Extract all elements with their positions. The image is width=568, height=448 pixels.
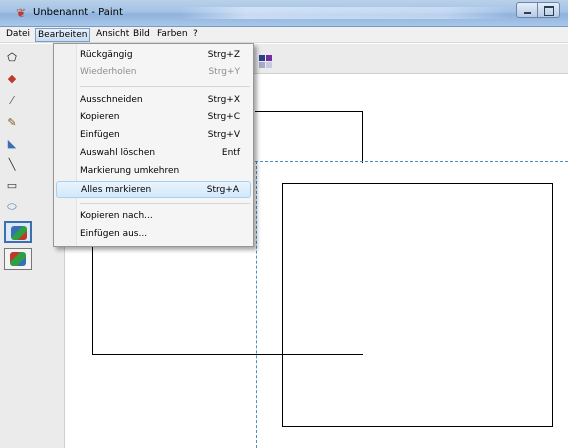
menu-item-clear-selection[interactable]: Auswahl löschen Entf	[56, 145, 251, 162]
menu-item-shortcut: Strg+V	[207, 130, 240, 140]
minimize-button[interactable]	[516, 2, 538, 18]
color-picker-icon[interactable]: ⁄	[2, 93, 22, 109]
airbrush-icon[interactable]: ◣	[2, 136, 22, 152]
transparency-on-option[interactable]	[4, 248, 32, 270]
drawn-rectangle-1-top-edge	[255, 111, 363, 112]
window-controls	[516, 2, 560, 18]
menu-item-redo[interactable]: Wiederholen Strg+Y	[56, 64, 251, 81]
menu-bar: Datei Bearbeiten Ansicht Bild Farben ?	[0, 27, 568, 43]
pencil-icon[interactable]: ✎	[2, 115, 22, 131]
menu-separator	[80, 86, 250, 87]
drawn-rectangle-1-right-edge	[362, 111, 363, 163]
menu-item-shortcut: Strg+C	[207, 112, 240, 122]
menu-separator	[80, 203, 250, 204]
menu-item-shortcut: Entf	[221, 148, 240, 158]
menu-item-undo[interactable]: Rückgängig Strg+Z	[56, 47, 251, 64]
shapes-icon	[11, 226, 27, 240]
line-icon[interactable]: ╲	[2, 157, 22, 173]
menu-item-label: Ausschneiden	[80, 95, 143, 105]
palette-swatch-light-lavender[interactable]	[266, 62, 272, 68]
window-title: Unbenannt - Paint	[33, 7, 123, 18]
menu-item-select-all[interactable]: Alles markieren Strg+A	[56, 181, 251, 198]
menu-farben[interactable]: Farben	[154, 28, 191, 42]
menu-ansicht[interactable]: Ansicht	[93, 28, 132, 42]
menu-item-copy[interactable]: Kopieren Strg+C	[56, 109, 251, 126]
palette-swatch-lavender[interactable]	[259, 62, 265, 68]
menu-item-label: Rückgängig	[80, 50, 133, 60]
menu-help[interactable]: ?	[190, 28, 201, 42]
menu-item-label: Markierung umkehren	[80, 166, 180, 176]
menu-item-invert-selection[interactable]: Markierung umkehren	[56, 163, 251, 180]
menu-datei[interactable]: Datei	[3, 28, 33, 42]
menu-item-shortcut: Strg+Z	[207, 50, 240, 60]
paint-app-icon[interactable]: ❦	[16, 6, 30, 20]
menu-item-label: Kopieren	[80, 112, 120, 122]
menu-item-cut[interactable]: Ausschneiden Strg+X	[56, 92, 251, 109]
menu-item-shortcut: Strg+X	[207, 95, 240, 105]
menu-item-copy-to[interactable]: Kopieren nach...	[56, 208, 251, 225]
menu-item-label: Alles markieren	[81, 185, 152, 195]
eraser-icon[interactable]: ◆	[2, 71, 22, 87]
transparency-off-option[interactable]	[4, 221, 32, 243]
rectangle-icon[interactable]: ▭	[2, 178, 22, 194]
palette-swatch-navy[interactable]	[259, 55, 265, 61]
menu-item-label: Auswahl löschen	[80, 148, 156, 158]
edit-menu-dropdown: Rückgängig Strg+Z Wiederholen Strg+Y Aus…	[53, 43, 254, 247]
menu-item-paste-from[interactable]: Einfügen aus...	[56, 226, 251, 243]
menu-item-label: Einfügen	[80, 130, 120, 140]
menu-bearbeiten[interactable]: Bearbeiten	[35, 28, 91, 42]
ellipse-icon[interactable]: ⬭	[2, 199, 22, 215]
menu-item-label: Wiederholen	[80, 67, 137, 77]
selection-marquee-left	[256, 161, 257, 448]
maximize-button[interactable]	[538, 2, 560, 18]
menu-item-shortcut: Strg+Y	[208, 67, 240, 77]
menu-item-label: Kopieren nach...	[80, 211, 153, 221]
palette-swatch-purple[interactable]	[266, 55, 272, 61]
title-bar[interactable]: ❦ Unbenannt - Paint	[0, 0, 568, 27]
shapes-transparent-icon	[10, 252, 26, 266]
menu-item-shortcut: Strg+A	[206, 185, 239, 195]
menu-item-paste[interactable]: Einfügen Strg+V	[56, 127, 251, 144]
free-select-icon[interactable]: ⬠	[2, 50, 22, 66]
menu-item-label: Einfügen aus...	[80, 229, 148, 239]
title-bar-glass	[180, 7, 510, 19]
menu-bild[interactable]: Bild	[130, 28, 153, 42]
drawn-rectangle-2	[282, 183, 553, 427]
selection-marquee-top	[255, 161, 568, 162]
